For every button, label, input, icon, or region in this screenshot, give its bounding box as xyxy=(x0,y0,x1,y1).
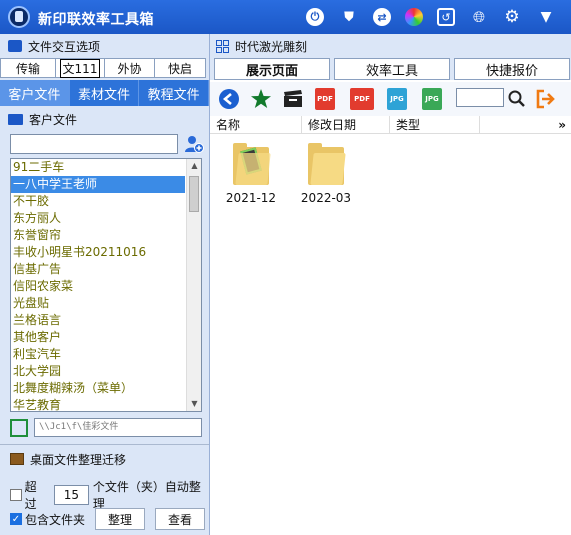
folder-item[interactable]: 2021-12 xyxy=(216,143,286,205)
jpg-image-icon[interactable]: JPG xyxy=(422,88,442,110)
customer-files-label: 客户文件 xyxy=(29,112,78,127)
exit-icon[interactable] xyxy=(534,88,556,110)
window-icon xyxy=(8,40,22,52)
customer-list-item[interactable]: 不干胶 xyxy=(11,193,185,210)
organize-actions-row: ✓ 包含文件夹 整理 查看 xyxy=(10,508,206,530)
workspace-header: 时代激光雕刻 xyxy=(210,34,571,58)
right-panel: 时代激光雕刻 展示页面 效率工具 快捷报价 PDF PDF JPG JPG 名称… xyxy=(209,34,571,535)
favorite-star-icon[interactable] xyxy=(250,88,272,110)
column-name[interactable]: 名称 xyxy=(210,116,302,134)
file-category-tabs: 客户文件 素材文件 教程文件 xyxy=(0,80,210,106)
minimize-icon[interactable]: ▼ xyxy=(537,8,555,26)
scroll-down-icon[interactable]: ▼ xyxy=(187,397,201,411)
file-view: 2021-12 2022-03 xyxy=(210,135,571,533)
auto-organize-checkbox[interactable] xyxy=(10,489,22,501)
tab-customer-files[interactable]: 客户文件 xyxy=(0,80,70,106)
right-tabs: 展示页面 效率工具 快捷报价 xyxy=(210,58,571,80)
tab-quick-launch[interactable]: 快启 xyxy=(154,58,206,78)
tab-tutorial-files[interactable]: 教程文件 xyxy=(139,80,210,106)
customer-list-item[interactable]: 华艺教育 xyxy=(11,397,185,411)
desktop-organize-header: 桌面文件整理迁移 xyxy=(0,448,209,470)
back-icon[interactable] xyxy=(218,88,240,110)
file-exchange-header: 文件交互选项 xyxy=(0,35,209,57)
tab-transfer[interactable]: 传输 xyxy=(0,58,56,78)
grid-icon xyxy=(216,39,229,53)
customer-list-item[interactable]: 兰格语言 xyxy=(11,312,185,329)
title-bar: 新印联效率工具箱 ⏻ ⛊ ⇄ ↺ 🌐︎ ⚙ ▼ xyxy=(0,0,571,34)
customer-files-header: 客户文件 xyxy=(0,108,209,130)
app-logo-icon xyxy=(8,6,30,28)
scroll-thumb[interactable] xyxy=(189,176,199,212)
customer-list-item[interactable]: 91二手车 xyxy=(11,159,185,176)
include-folders-label: 包含文件夹 xyxy=(25,512,86,527)
shield-icon[interactable]: ⛊ xyxy=(340,8,358,26)
file-column-header: 名称 修改日期 类型 » xyxy=(210,116,571,134)
customer-search-row xyxy=(10,134,178,154)
customer-list-item[interactable]: 光盘贴 xyxy=(11,295,185,312)
left-tabs: 传输 文111 外协 快启 xyxy=(0,58,209,78)
folder-with-file-icon xyxy=(233,143,271,185)
customer-list-item[interactable]: 其他客户 xyxy=(11,329,185,346)
customer-list-item[interactable]: 信基广告 xyxy=(11,261,185,278)
scroll-up-icon[interactable]: ▲ xyxy=(187,159,201,173)
clapperboard-icon[interactable] xyxy=(282,88,304,110)
tab-display-page[interactable]: 展示页面 xyxy=(214,58,330,80)
customer-list-item[interactable]: 北大学园 xyxy=(11,363,185,380)
column-modified-date[interactable]: 修改日期 xyxy=(302,116,390,134)
open-folder-cursor-icon[interactable] xyxy=(10,418,28,437)
organize-button[interactable]: 整理 xyxy=(95,508,146,530)
add-user-icon[interactable] xyxy=(184,135,204,153)
view-button[interactable]: 查看 xyxy=(155,508,206,530)
divider xyxy=(0,444,209,445)
customer-list-item[interactable]: 信阳农家菜 xyxy=(11,278,185,295)
customer-list-item[interactable]: 东方丽人 xyxy=(11,210,185,227)
file-search-input[interactable] xyxy=(456,88,504,107)
column-type[interactable]: 类型 xyxy=(390,116,480,134)
folder-icon xyxy=(8,113,23,125)
path-row: \\Jc1\f\佳彩文件 xyxy=(10,418,202,437)
tab-material-files[interactable]: 素材文件 xyxy=(70,80,140,106)
customer-list-item[interactable]: 一八中学王老师 xyxy=(11,176,185,193)
folder-name: 2022-03 xyxy=(300,191,352,205)
customer-list[interactable]: 91二手车 一八中学王老师 不干胶 东方丽人 东誉窗帘 丰收小明星书20211016 信基广… xyxy=(10,158,202,412)
share-icon[interactable]: ⇄ xyxy=(373,8,391,26)
tab-quick-quote[interactable]: 快捷报价 xyxy=(454,58,570,80)
customer-list-item[interactable]: 东誉窗帘 xyxy=(11,227,185,244)
customer-list-item[interactable]: 利宝汽车 xyxy=(11,346,185,363)
tab-outsource[interactable]: 外协 xyxy=(104,58,155,78)
settings-icon[interactable]: ⚙ xyxy=(503,7,521,27)
path-field[interactable]: \\Jc1\f\佳彩文件 xyxy=(34,418,202,437)
include-folders-checkbox[interactable]: ✓ xyxy=(10,513,22,525)
link-icon[interactable]: ↺ xyxy=(437,8,455,26)
folder-item[interactable]: 2022-03 xyxy=(291,143,361,205)
tab-docs[interactable]: 文111 xyxy=(55,58,105,78)
color-wheel-icon[interactable] xyxy=(405,8,423,26)
auto-organize-row: 超过 15 个文件（夹）自动整理 xyxy=(10,478,209,512)
tab-efficiency-tools[interactable]: 效率工具 xyxy=(334,58,450,80)
pdf-convert-icon[interactable]: PDF xyxy=(350,88,374,110)
folder-icon xyxy=(308,143,346,185)
drawer-icon xyxy=(10,453,24,465)
customer-search-input[interactable] xyxy=(10,134,178,154)
file-exchange-title: 文件交互选项 xyxy=(28,39,101,54)
exceed-suffix: 个文件（夹）自动整理 xyxy=(92,480,201,511)
customer-list-item[interactable]: 北舞度糊辣汤（菜单） xyxy=(11,380,185,397)
exceed-label: 超过 xyxy=(24,480,37,511)
power-icon[interactable]: ⏻ xyxy=(306,8,324,26)
file-toolbar: PDF PDF JPG JPG xyxy=(210,82,571,116)
desktop-organize-title: 桌面文件整理迁移 xyxy=(30,452,127,467)
workspace-title: 时代激光雕刻 xyxy=(235,39,308,54)
search-icon[interactable] xyxy=(506,88,528,110)
column-more-icon[interactable]: » xyxy=(480,116,571,134)
app-title: 新印联效率工具箱 xyxy=(38,12,154,28)
customer-list-scrollbar[interactable]: ▲ ▼ xyxy=(186,159,201,411)
file-count-input[interactable]: 15 xyxy=(53,485,89,505)
folder-name: 2021-12 xyxy=(225,191,277,205)
globe-icon[interactable]: 🌐︎ xyxy=(470,8,488,26)
pdf-icon[interactable]: PDF xyxy=(315,88,335,110)
left-panel: 文件交互选项 传输 文111 外协 快启 客户文件 素材文件 教程文件 客户文件… xyxy=(0,34,210,535)
jpg-icon[interactable]: JPG xyxy=(387,88,407,110)
customer-list-item[interactable]: 丰收小明星书20211016 xyxy=(11,244,185,261)
